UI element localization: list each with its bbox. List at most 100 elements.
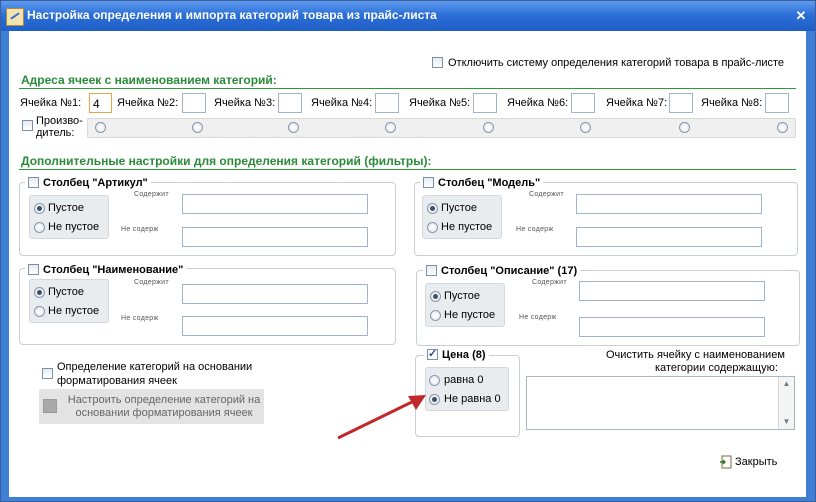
price-title: Цена (8) bbox=[442, 349, 486, 361]
article-not-contains-label: Не содерж bbox=[121, 226, 159, 233]
scroll-up-icon[interactable]: ▲ bbox=[779, 377, 794, 391]
format-detection-label-line2: форматирования ячеек bbox=[57, 375, 177, 387]
name-contains-input[interactable] bbox=[182, 284, 368, 304]
cell8-input[interactable] bbox=[765, 93, 789, 113]
cell6-input[interactable] bbox=[571, 93, 595, 113]
cell5-label: Ячейка №5: bbox=[409, 97, 471, 109]
article-empty-radio[interactable] bbox=[34, 203, 45, 214]
cell4-input[interactable] bbox=[375, 93, 399, 113]
description-nonempty-label: Не пустое bbox=[444, 309, 496, 321]
manufacturer-label-line2: дитель: bbox=[36, 127, 75, 139]
cell4-label: Ячейка №4: bbox=[311, 97, 373, 109]
clear-cell-textarea[interactable]: ▲ ▼ bbox=[526, 376, 795, 430]
window-close-button[interactable]: ✕ bbox=[793, 8, 809, 24]
model-empty-radio[interactable] bbox=[427, 203, 438, 214]
article-empty-options: Пустое Не пустое bbox=[29, 195, 109, 239]
description-contains-label: Содержит bbox=[532, 279, 567, 286]
price-zero-label: равна 0 bbox=[444, 374, 484, 386]
name-not-contains-label: Не содерж bbox=[121, 315, 159, 322]
price-zero-radio[interactable] bbox=[429, 375, 440, 386]
model-contains-input[interactable] bbox=[576, 194, 762, 214]
article-contains-label: Содержит bbox=[134, 191, 169, 198]
clear-cell-label-line2: категории содержащую: bbox=[655, 362, 778, 374]
cell2-input[interactable] bbox=[182, 93, 206, 113]
model-column-title: Столбец "Модель" bbox=[438, 177, 541, 189]
disable-category-detection-label: Отключить систему определения категорий … bbox=[448, 57, 785, 69]
cell7-label: Ячейка №7: bbox=[606, 97, 668, 109]
configure-format-label-line1: Настроить определение категорий на bbox=[67, 394, 261, 406]
manufacturer-cell7-radio[interactable] bbox=[679, 122, 690, 133]
name-column-title: Столбец "Наименование" bbox=[43, 264, 184, 276]
description-not-contains-input[interactable] bbox=[579, 317, 765, 337]
article-column-title-wrap: Столбец "Артикул" bbox=[25, 175, 151, 189]
description-contains-input[interactable] bbox=[579, 281, 765, 301]
article-contains-input[interactable] bbox=[182, 194, 368, 214]
title-bar[interactable]: Настройка определения и импорта категори… bbox=[1, 1, 815, 31]
configure-format-label: Настроить определение категорий на основа… bbox=[59, 394, 269, 420]
description-nonempty-radio[interactable] bbox=[430, 310, 441, 321]
model-column-checkbox[interactable] bbox=[423, 177, 434, 188]
manufacturer-checkbox[interactable] bbox=[22, 120, 33, 131]
cell8-label: Ячейка №8: bbox=[701, 97, 763, 109]
manufacturer-cell3-radio[interactable] bbox=[288, 122, 299, 133]
manufacturer-cell1-radio[interactable] bbox=[95, 122, 106, 133]
manufacturer-cell8-radio[interactable] bbox=[777, 122, 788, 133]
price-options: равна 0 Не равна 0 bbox=[425, 367, 509, 411]
name-not-contains-input[interactable] bbox=[182, 316, 368, 336]
cell7-input[interactable] bbox=[669, 93, 693, 113]
filters-group-title: Дополнительные настройки для определения… bbox=[21, 154, 432, 168]
price-title-wrap: Цена (8) bbox=[424, 347, 489, 361]
article-nonempty-radio[interactable] bbox=[34, 222, 45, 233]
close-door-icon bbox=[720, 455, 732, 469]
manufacturer-label-line1: Произво- bbox=[36, 115, 83, 127]
dialog-client-area: Отключить систему определения категорий … bbox=[9, 31, 806, 497]
model-not-contains-label: Не содерж bbox=[516, 226, 554, 233]
cell6-label: Ячейка №6: bbox=[507, 97, 569, 109]
format-detection-checkbox[interactable] bbox=[42, 368, 53, 379]
addresses-group-title: Адреса ячеек с наименованием категорий: bbox=[21, 73, 277, 87]
manufacturer-cell4-radio[interactable] bbox=[385, 122, 396, 133]
model-empty-label: Пустое bbox=[441, 202, 477, 214]
format-detection-label-line1: Определение категорий на основании bbox=[57, 361, 253, 373]
description-empty-label: Пустое bbox=[444, 290, 480, 302]
name-column-checkbox[interactable] bbox=[28, 264, 39, 275]
article-not-contains-input[interactable] bbox=[182, 227, 368, 247]
name-contains-label: Содержит bbox=[134, 279, 169, 286]
cell3-input[interactable] bbox=[278, 93, 302, 113]
cell1-label: Ячейка №1: bbox=[20, 97, 82, 109]
configure-format-label-line2: основании форматирования ячеек bbox=[75, 407, 253, 419]
scroll-down-icon[interactable]: ▼ bbox=[779, 415, 794, 429]
dialog-window: Настройка определения и импорта категори… bbox=[0, 0, 816, 502]
model-not-contains-input[interactable] bbox=[576, 227, 762, 247]
model-empty-options: Пустое Не пустое bbox=[422, 195, 502, 239]
model-nonempty-radio[interactable] bbox=[427, 222, 438, 233]
name-empty-radio[interactable] bbox=[34, 287, 45, 298]
price-nonzero-label: Не равна 0 bbox=[444, 393, 501, 405]
close-button-label: Закрыть bbox=[735, 456, 778, 468]
configure-format-button[interactable]: Настроить определение категорий на основа… bbox=[39, 389, 264, 424]
name-nonempty-radio[interactable] bbox=[34, 306, 45, 317]
clear-cell-scrollbar[interactable]: ▲ ▼ bbox=[778, 377, 794, 429]
disable-category-detection-checkbox[interactable] bbox=[432, 57, 443, 68]
description-not-contains-label: Не содерж bbox=[519, 314, 557, 321]
description-column-checkbox[interactable] bbox=[426, 265, 437, 276]
manufacturer-cell5-radio[interactable] bbox=[483, 122, 494, 133]
description-column-title: Столбец "Описание" (17) bbox=[441, 265, 578, 277]
close-button[interactable]: Закрыть bbox=[719, 455, 789, 471]
name-empty-options: Пустое Не пустое bbox=[29, 279, 109, 323]
article-column-title: Столбец "Артикул" bbox=[43, 177, 148, 189]
manufacturer-cell2-radio[interactable] bbox=[192, 122, 203, 133]
manufacturer-cell6-radio[interactable] bbox=[580, 122, 591, 133]
price-checkbox[interactable] bbox=[427, 347, 438, 360]
cell2-label: Ячейка №2: bbox=[117, 97, 179, 109]
description-empty-radio[interactable] bbox=[430, 291, 441, 302]
model-contains-label: Содержит bbox=[529, 191, 564, 198]
annotation-arrow-icon bbox=[337, 395, 426, 440]
description-column-title-wrap: Столбец "Описание" (17) bbox=[423, 263, 581, 277]
article-nonempty-label: Не пустое bbox=[48, 221, 100, 233]
cell3-label: Ячейка №3: bbox=[214, 97, 276, 109]
article-column-checkbox[interactable] bbox=[28, 177, 39, 188]
cell5-input[interactable] bbox=[473, 93, 497, 113]
window-title: Настройка определения и импорта категори… bbox=[27, 8, 437, 22]
cell1-input[interactable]: 4 bbox=[89, 93, 112, 113]
